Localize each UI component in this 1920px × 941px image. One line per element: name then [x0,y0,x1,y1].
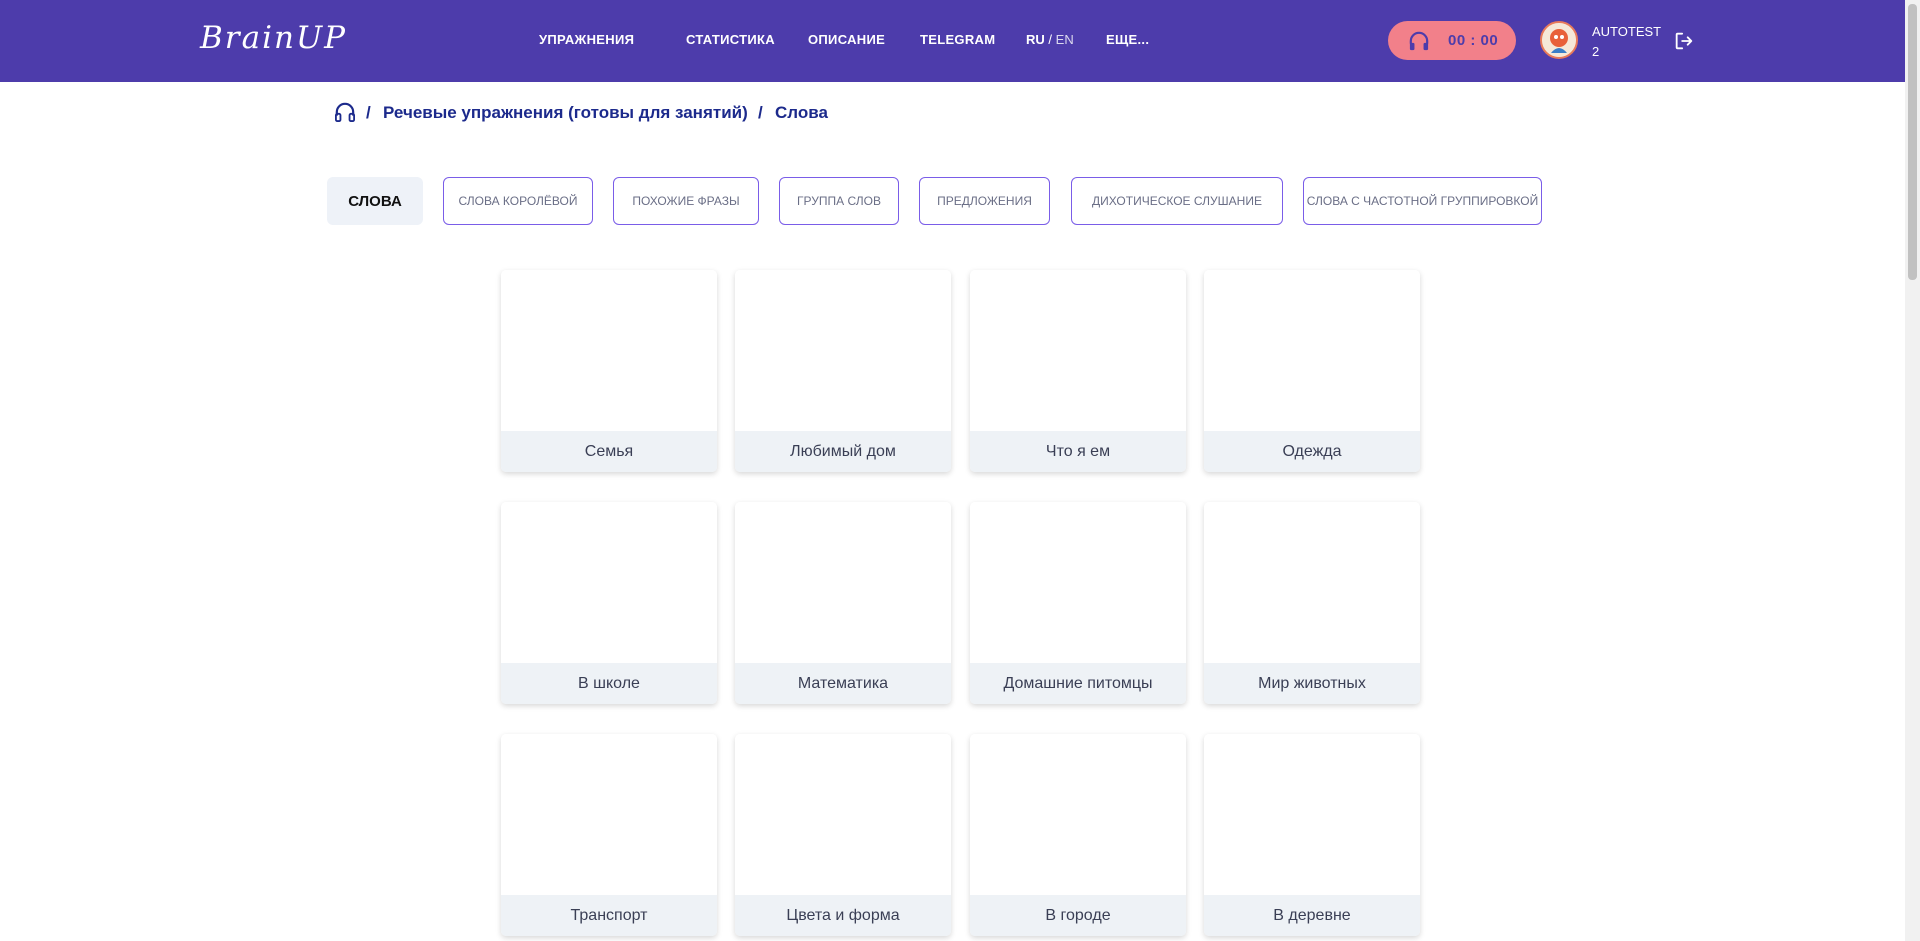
tab-frequency-grouping[interactable]: Слова с частотной группировкой [1303,177,1542,225]
topic-card-image [735,502,951,663]
topic-card-label: Мир животных [1204,663,1420,704]
topic-card[interactable]: Домашние питомцы [970,502,1186,704]
topic-card-image [501,734,717,895]
topic-card-label: В школе [501,663,717,704]
topic-card-label: В городе [970,895,1186,936]
tab-sentences[interactable]: Предложения [919,177,1050,225]
topic-card-label: Что я ем [970,431,1186,472]
topic-card[interactable]: Математика [735,502,951,704]
topic-card[interactable]: В школе [501,502,717,704]
topic-card-image [970,734,1186,895]
topic-card-image [1204,502,1420,663]
topic-card[interactable]: Одежда [1204,270,1420,472]
timer-value: 00 : 00 [1448,32,1499,49]
topic-card-label: Одежда [1204,431,1420,472]
topic-card-image [735,270,951,431]
topic-card-label: Математика [735,663,951,704]
nav-more[interactable]: ЕЩЕ... [1106,32,1149,47]
topic-card-image [501,270,717,431]
nav-description[interactable]: ОПИСАНИЕ [808,32,885,47]
breadcrumb-current: Слова [775,103,828,122]
topic-card[interactable]: Что я ем [970,270,1186,472]
topic-card-image [1204,734,1420,895]
lang-en[interactable]: EN [1056,32,1074,47]
headphones-icon [1409,31,1429,51]
topic-card[interactable]: Цвета и форма [735,734,951,936]
lang-separator: / [1048,32,1053,47]
topic-card[interactable]: Любимый дом [735,270,951,472]
tab-word-group[interactable]: Группа слов [779,177,899,225]
breadcrumb-group-link[interactable]: Речевые упражнения (готовы для занятий) [383,103,748,123]
headphones-icon[interactable] [334,102,356,122]
avatar-image [1542,23,1576,57]
tab-words[interactable]: Слова [327,177,423,225]
scrollbar-thumb[interactable] [1908,4,1917,280]
user-avatar[interactable] [1540,21,1578,59]
topic-card-label: Транспорт [501,895,717,936]
tab-dichotic-listening[interactable]: Дихотическое слушание [1071,177,1283,225]
topic-card-image [970,502,1186,663]
user-name-line2: 2 [1592,44,1600,59]
top-header: BrainUP УПРАЖНЕНИЯ СТАТИСТИКА ОПИСАНИЕ T… [0,0,1905,82]
nav-statistics[interactable]: СТАТИСТИКА [686,32,775,47]
lang-ru[interactable]: RU [1026,32,1045,47]
nav-exercises[interactable]: УПРАЖНЕНИЯ [539,32,634,47]
topic-card-label: В деревне [1204,895,1420,936]
user-name-line1: AUTOTEST [1592,24,1662,39]
topic-card-image [970,270,1186,431]
topic-card[interactable]: Транспорт [501,734,717,936]
tab-similar-phrases[interactable]: Похожие фразы [613,177,759,225]
nav-telegram[interactable]: TELEGRAM [920,32,995,47]
topic-card-image [1204,270,1420,431]
topic-card[interactable]: В деревне [1204,734,1420,936]
timer-button[interactable]: 00 : 00 [1388,21,1516,60]
topic-card[interactable]: В городе [970,734,1186,936]
topic-card[interactable]: Мир животных [1204,502,1420,704]
logout-icon[interactable] [1673,30,1695,52]
breadcrumb-separator: / [366,103,371,122]
breadcrumb-separator: / [758,103,763,122]
tab-korolyova-words[interactable]: Слова Королёвой [443,177,593,225]
language-switch: RU / EN [1026,32,1074,47]
topic-card-label: Семья [501,431,717,472]
page-scrollbar[interactable] [1905,0,1920,941]
topic-card-image [501,502,717,663]
topic-card-image [735,734,951,895]
brainup-logo[interactable]: BrainUP [200,20,347,56]
topic-card-label: Домашние питомцы [970,663,1186,704]
topic-card-label: Любимый дом [735,431,951,472]
topic-card[interactable]: Семья [501,270,717,472]
topic-card-label: Цвета и форма [735,895,951,936]
user-name[interactable]: AUTOTEST 2 [1592,22,1661,62]
